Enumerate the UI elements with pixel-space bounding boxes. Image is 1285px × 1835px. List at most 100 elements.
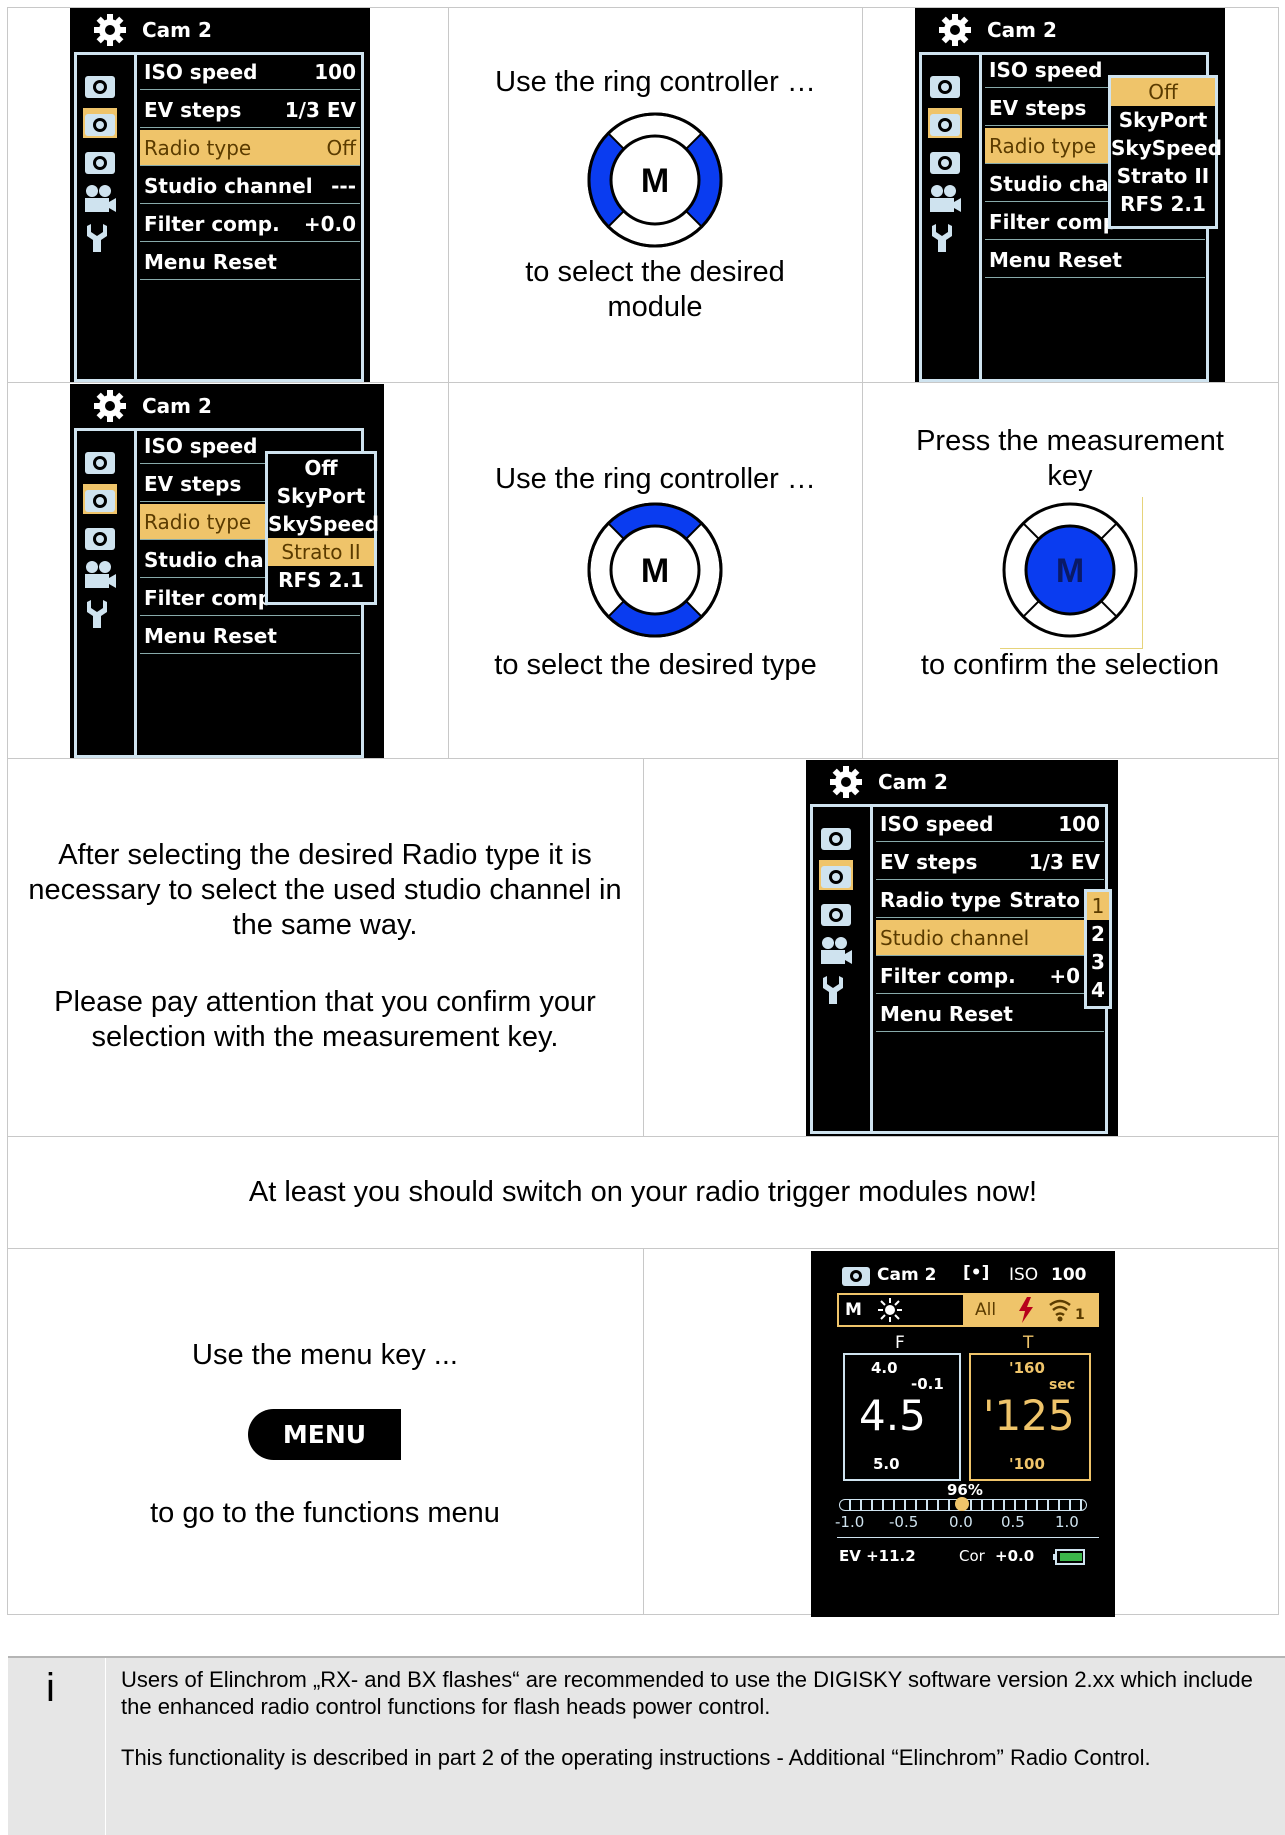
info-icon: i bbox=[46, 1666, 55, 1710]
popup-option-selected: Strato II bbox=[268, 538, 374, 566]
screen-title: Cam 2 bbox=[142, 18, 212, 42]
menu-screen-studio-channel: Cam 2 ISO speed 100 EV steps 1/3 EV Radio … bbox=[806, 760, 1118, 1136]
info-paragraph: This functionality is described in part … bbox=[121, 1745, 1151, 1770]
instruction-text: to select the desired module bbox=[525, 256, 785, 323]
camera-icon bbox=[821, 828, 851, 850]
screen-sidebar bbox=[919, 52, 979, 382]
instruction-text: to confirm the selection bbox=[920, 649, 1220, 681]
popup-option: RFS 2.1 bbox=[278, 568, 364, 592]
menu-row: Filter comp. +0.0 bbox=[140, 206, 360, 242]
camera-icon bbox=[83, 108, 117, 138]
ev-value: EV +11.2 bbox=[839, 1547, 916, 1565]
sun-icon bbox=[878, 1298, 902, 1322]
cor-value: +0.0 bbox=[995, 1547, 1035, 1565]
highlight-guide bbox=[1142, 497, 1143, 649]
wrench-icon bbox=[932, 224, 952, 252]
instruction-text: Use the ring controller … bbox=[495, 463, 816, 495]
popup-option: Off bbox=[304, 456, 338, 480]
f-main: 4.5 bbox=[859, 1391, 926, 1440]
scale-tick-label: 0.5 bbox=[1001, 1513, 1025, 1531]
menu-row: EV steps 1/3 EV bbox=[876, 844, 1104, 880]
radio-type-popup: Off SkyPort SkySpeed Strato II RFS 2.1 bbox=[1108, 75, 1222, 229]
radio-signal-icon bbox=[1049, 1299, 1071, 1322]
menu-screen-radio-popup: Cam 2 ISO speed EV steps Radio type Stud… bbox=[915, 8, 1225, 382]
camera-icon bbox=[85, 528, 115, 550]
wrench-icon bbox=[87, 224, 107, 252]
instruction-text: Use the ring controller … bbox=[495, 66, 816, 98]
ring-label: M bbox=[641, 162, 669, 200]
t-main: '125 bbox=[983, 1391, 1075, 1440]
camera-icon bbox=[821, 904, 851, 926]
ring-controller-icon: M bbox=[587, 112, 723, 248]
menu-screen-strato-selected: Cam 2 ISO speed EV steps Radio type Stud… bbox=[70, 384, 384, 758]
instruction-text: Press the measurement key bbox=[916, 425, 1224, 492]
col-divider bbox=[448, 7, 449, 758]
instruction-note: At least you should switch on your radio… bbox=[248, 1176, 1038, 1208]
menu-row: Radio type Strato bbox=[876, 882, 1084, 918]
row-divider bbox=[7, 382, 1279, 383]
screen-title: Cam 2 bbox=[878, 770, 948, 794]
menu-row: Menu Reset bbox=[140, 244, 360, 280]
menu-row: Menu Reset bbox=[985, 242, 1205, 278]
camera-icon bbox=[930, 76, 960, 98]
col-divider bbox=[862, 7, 863, 758]
scale-tick-label: 1.0 bbox=[1055, 1513, 1079, 1531]
screen-title: Cam 2 bbox=[142, 394, 212, 418]
menu-row: Studio channel --- bbox=[140, 168, 360, 204]
flash-icon bbox=[1019, 1297, 1033, 1323]
popup-option: SkySpeed bbox=[268, 512, 379, 536]
col-divider bbox=[643, 1248, 644, 1615]
measurement-key-icon: M bbox=[1002, 502, 1138, 638]
camera-icon bbox=[85, 76, 115, 98]
gear-icon bbox=[94, 14, 126, 46]
screen-sidebar bbox=[74, 428, 134, 758]
info-paragraph: Users of Elinchrom „RX- and BX flashes“ … bbox=[121, 1667, 1253, 1719]
menu-row-selected: Radio type Off bbox=[140, 130, 360, 166]
scale-tick-label: -1.0 bbox=[835, 1513, 865, 1531]
gear-icon bbox=[94, 390, 126, 422]
video-camera-icon bbox=[930, 185, 961, 212]
scale-marker bbox=[955, 1497, 969, 1511]
meter-main-screen: Cam 2 [•] ISO 100 M All 1 F T 4.0 -0.1 4… bbox=[811, 1251, 1115, 1617]
video-camera-icon bbox=[821, 937, 852, 964]
all-label: All bbox=[975, 1300, 997, 1320]
row-divider bbox=[7, 1136, 1279, 1137]
cor-label: Cor bbox=[959, 1547, 985, 1565]
instruction-text: to go to the functions menu bbox=[150, 1497, 500, 1529]
camera-icon bbox=[85, 152, 115, 174]
popup-option: RFS 2.1 bbox=[1120, 192, 1206, 216]
col-divider bbox=[643, 758, 644, 1136]
popup-option-selected: 1 bbox=[1087, 892, 1109, 920]
popup-option: 4 bbox=[1091, 978, 1105, 1002]
camera-icon bbox=[83, 484, 117, 514]
meter-title: Cam 2 bbox=[877, 1265, 937, 1285]
percent-value: 96% bbox=[947, 1481, 983, 1499]
info-box: i Users of Elinchrom „RX- and BX flashes… bbox=[8, 1656, 1285, 1835]
popup-option: Strato II bbox=[1116, 164, 1210, 188]
instruction-text: Use the menu key ... bbox=[192, 1339, 458, 1371]
camera-icon bbox=[928, 108, 962, 138]
screen-sidebar bbox=[810, 804, 870, 1134]
camera-icon bbox=[85, 452, 115, 474]
camera-icon bbox=[819, 860, 853, 890]
t-bottom: '100 bbox=[1009, 1455, 1045, 1473]
menu-row: EV steps 1/3 EV bbox=[140, 92, 360, 128]
popup-option: SkyPort bbox=[276, 484, 366, 508]
radio-type-popup: Off SkyPort SkySpeed Strato II RFS 2.1 bbox=[265, 451, 379, 605]
metering-mode: [•] bbox=[963, 1263, 990, 1283]
channel-number: 1 bbox=[1075, 1307, 1085, 1323]
gear-icon bbox=[939, 14, 971, 46]
menu-key-icon: MENU bbox=[248, 1409, 401, 1460]
menu-row: ISO speed 100 bbox=[140, 54, 360, 90]
menu-row-selected: Studio channel bbox=[876, 920, 1084, 956]
iso-value: 100 bbox=[1051, 1265, 1087, 1285]
f-top: 4.0 bbox=[871, 1359, 898, 1377]
f-bottom: 5.0 bbox=[873, 1455, 900, 1473]
popup-option: 2 bbox=[1091, 922, 1105, 946]
screen-title: Cam 2 bbox=[987, 18, 1057, 42]
scale-tick-label: -0.5 bbox=[889, 1513, 919, 1531]
info-divider bbox=[105, 1658, 106, 1835]
t-top: '160 bbox=[1009, 1359, 1045, 1377]
info-text: Users of Elinchrom „RX- and BX flashes“ … bbox=[121, 1666, 1271, 1795]
camera-icon bbox=[930, 152, 960, 174]
